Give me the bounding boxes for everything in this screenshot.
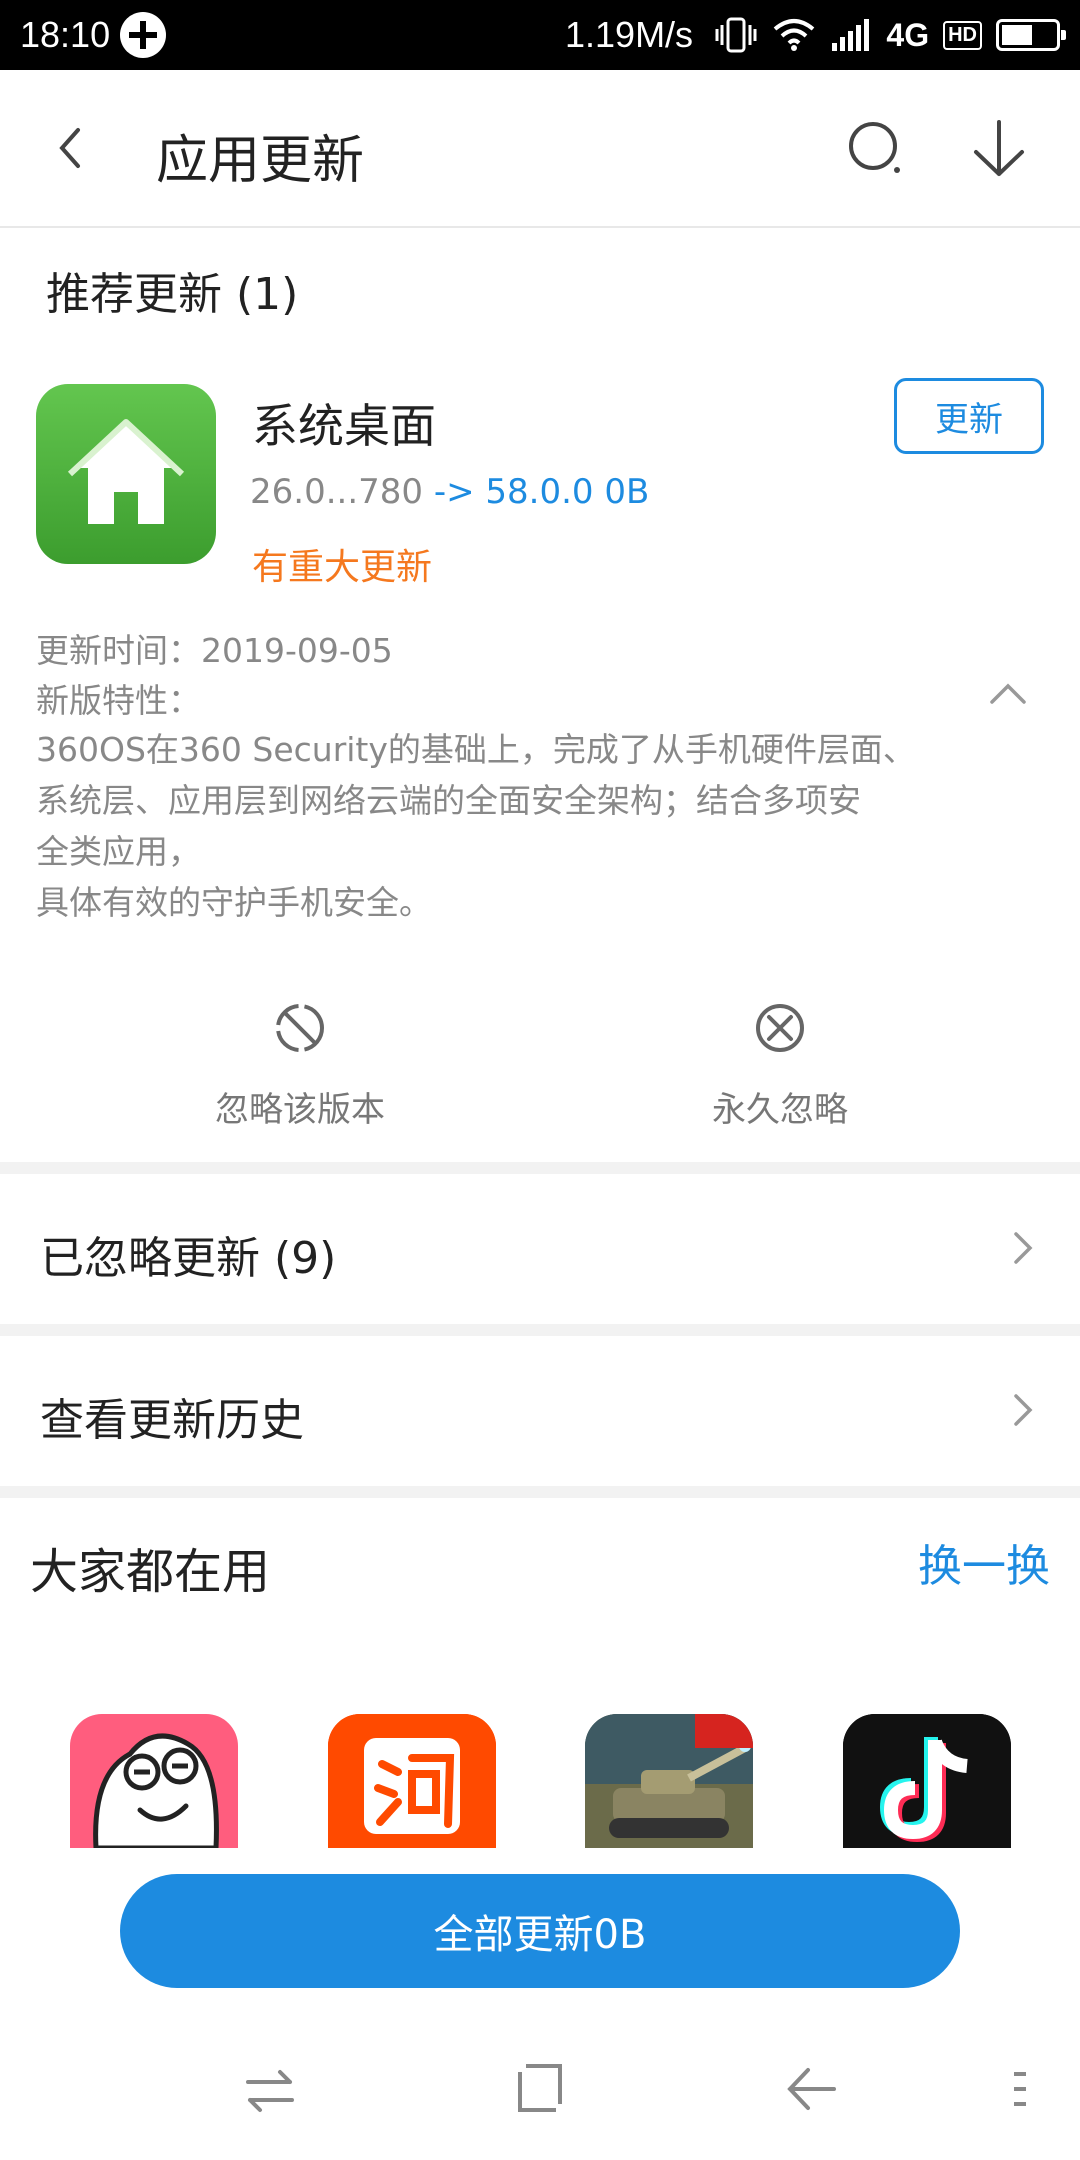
nav-back-icon[interactable] xyxy=(784,2064,838,2114)
update-history-row[interactable]: 查看更新历史 xyxy=(0,1338,1080,1480)
app-version: 26.0...780 -> 58.0.0 0B xyxy=(250,472,649,512)
ignore-forever-icon xyxy=(756,1004,804,1052)
recommended-section-title: 推荐更新 (1) xyxy=(46,269,299,320)
signal-icon xyxy=(832,19,870,51)
cartoon-face-icon xyxy=(93,1733,219,1848)
version-arrow: -> xyxy=(433,472,475,512)
everyone-uses-title: 大家都在用 xyxy=(30,1544,271,1600)
status-bar: 18:10 1.19M/s 4G HD xyxy=(0,0,1080,70)
tank-game-icon xyxy=(585,1714,753,1848)
network-speed: 1.19M/s xyxy=(565,14,694,55)
ignore-version-icon xyxy=(276,1004,324,1052)
back-icon[interactable] xyxy=(44,120,100,176)
wifi-icon xyxy=(774,19,815,51)
hd-badge: HD xyxy=(943,20,982,50)
ignore-forever-label: 永久忽略 xyxy=(712,1090,848,1130)
switch-apps-icon[interactable] xyxy=(244,2068,296,2114)
battery-icon xyxy=(996,19,1066,51)
app-icon-1[interactable] xyxy=(70,1714,238,1848)
chevron-right-icon xyxy=(1014,1394,1033,1426)
app-icon-3[interactable] xyxy=(585,1714,753,1848)
status-icons: 4G HD xyxy=(714,10,1066,60)
update-time: 更新时间：2019-09-05 xyxy=(36,631,393,670)
refresh-link[interactable]: 换一换 xyxy=(918,1530,1050,1594)
navigation-bar xyxy=(0,2020,1080,2160)
divider xyxy=(0,1486,1080,1498)
search-icon[interactable] xyxy=(845,118,907,180)
ignored-updates-row[interactable]: 已忽略更新 (9) xyxy=(0,1176,1080,1318)
ignore-version-label: 忽略该版本 xyxy=(215,1090,385,1130)
taobao-icon xyxy=(328,1714,496,1848)
new-version: 58.0.0 xyxy=(485,472,594,512)
notification-plus-icon xyxy=(120,12,166,58)
launcher-app-icon[interactable] xyxy=(36,384,216,564)
update-size: 0B xyxy=(604,472,650,512)
download-icon[interactable] xyxy=(968,116,1030,182)
page-title: 应用更新 xyxy=(156,131,365,191)
app-icon-4[interactable] xyxy=(843,1714,1011,1848)
tiktok-icon xyxy=(843,1714,1011,1848)
update-button[interactable]: 更新 xyxy=(894,378,1044,454)
ignore-version-button[interactable]: 忽略该版本 xyxy=(150,1000,450,1131)
ignore-forever-button[interactable]: 永久忽略 xyxy=(630,1000,930,1131)
major-update-label: 有重大更新 xyxy=(252,547,433,588)
home-icon xyxy=(67,419,185,524)
menu-icon[interactable] xyxy=(1012,2068,1028,2110)
home-square-icon[interactable] xyxy=(516,2062,564,2114)
update-all-button[interactable]: 全部更新0B xyxy=(120,1874,960,1988)
chevron-right-icon xyxy=(1014,1232,1033,1264)
vibrate-icon xyxy=(715,17,757,53)
network-type: 4G xyxy=(886,16,930,53)
app-header: 应用更新 xyxy=(0,70,1080,228)
collapse-chevron-up-icon[interactable] xyxy=(986,678,1030,708)
update-history-label: 查看更新历史 xyxy=(40,1395,304,1446)
old-version: 26.0...780 xyxy=(250,472,424,512)
features-description: 360OS在360 Security的基础上，完成了从手机硬件层面、 系统层、应… xyxy=(36,730,916,922)
app-name: 系统桌面 xyxy=(252,399,436,453)
features-label: 新版特性： xyxy=(36,681,201,720)
divider xyxy=(0,1324,1080,1336)
divider xyxy=(0,1162,1080,1174)
app-icon-2[interactable] xyxy=(328,1714,496,1848)
ignored-updates-label: 已忽略更新 (9) xyxy=(40,1233,337,1284)
status-time: 18:10 xyxy=(20,14,111,55)
